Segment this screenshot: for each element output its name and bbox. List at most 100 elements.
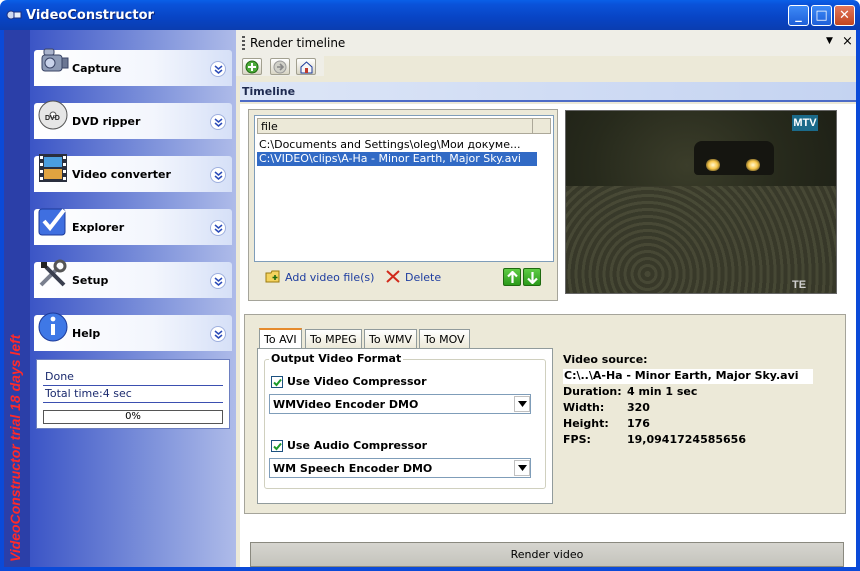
output-video-format-legend: Output Video Format: [269, 352, 404, 365]
chevron-down-icon[interactable]: [210, 167, 226, 183]
duration-label: Duration:: [563, 385, 622, 398]
output-settings-group: To AVI To MPEG To WMV To MOV Output Vide…: [244, 314, 846, 514]
fps-value: 19,0941724585656: [627, 433, 746, 446]
app-icon: [6, 10, 22, 20]
use-video-compressor-checkbox[interactable]: [271, 376, 283, 388]
delete-label: Delete: [405, 271, 442, 284]
minimize-button[interactable]: _: [788, 5, 809, 26]
nav-label-setup: Setup: [72, 274, 109, 287]
output-video-format-group: Output Video Format Use Video Compressor…: [264, 352, 546, 489]
timeline-section-title: Timeline: [242, 85, 296, 98]
move-down-button[interactable]: [523, 268, 541, 286]
height-value: 176: [627, 417, 650, 430]
file-column-header[interactable]: file: [257, 118, 533, 134]
home-icon: [300, 61, 313, 74]
height-label: Height:: [563, 417, 609, 430]
chevron-down-icon[interactable]: [210, 326, 226, 342]
check-icon: [273, 442, 282, 451]
main-panel: Render timeline ▼ × Timeline file C:\Doc…: [236, 30, 856, 567]
progress-bar: 0%: [43, 410, 223, 424]
panel-header: Render timeline ▼ ×: [236, 30, 856, 56]
tab-to-avi[interactable]: To AVI: [259, 328, 302, 349]
tools-icon: [39, 259, 67, 287]
nav-item-help[interactable]: Help: [34, 312, 232, 351]
arrow-down-icon: [527, 272, 538, 284]
delete-x-icon: [386, 270, 400, 283]
checkmark-icon: [38, 208, 66, 236]
arrow-up-icon: [507, 271, 518, 283]
file-list-item-selected[interactable]: C:\VIDEO\clips\A-Ha - Minor Earth, Major…: [257, 152, 537, 166]
panel-close-button[interactable]: ×: [842, 34, 853, 49]
window-title: VideoConstructor: [26, 8, 154, 23]
chevron-down-icon[interactable]: [210, 220, 226, 236]
maximize-button[interactable]: □: [811, 5, 832, 26]
add-toolbar-button[interactable]: [242, 58, 262, 75]
svg-text:DVD: DVD: [45, 115, 60, 122]
video-codec-value: WMVideo Encoder DMO: [273, 398, 419, 411]
timeline-section-bar: Timeline: [240, 82, 856, 102]
forward-toolbar-button[interactable]: [270, 58, 290, 75]
status-divider: [43, 402, 223, 403]
preview-ground: [566, 186, 836, 293]
move-up-button[interactable]: [503, 268, 521, 286]
nav-label-capture: Capture: [72, 62, 122, 75]
width-value: 320: [627, 401, 650, 414]
check-icon: [273, 378, 282, 387]
nav-label-help: Help: [72, 327, 101, 340]
video-codec-select[interactable]: WMVideo Encoder DMO: [269, 394, 531, 414]
use-video-compressor-label: Use Video Compressor: [287, 375, 427, 388]
nav-panel: Capture DVD DVD ripper Video converter E…: [30, 30, 236, 567]
toolbar: [236, 56, 324, 76]
render-video-button[interactable]: Render video: [250, 542, 844, 567]
dvd-icon: DVD: [38, 100, 68, 130]
status-divider: [43, 385, 223, 386]
tab-to-mpeg[interactable]: To MPEG: [305, 329, 362, 348]
audio-codec-value: WM Speech Encoder DMO: [273, 462, 433, 475]
status-done: Done: [45, 370, 74, 383]
nav-label-explorer: Explorer: [72, 221, 125, 234]
use-audio-compressor-checkbox[interactable]: [271, 440, 283, 452]
chevron-down-icon[interactable]: [210, 273, 226, 289]
use-audio-compressor-label: Use Audio Compressor: [287, 439, 428, 452]
status-total-time: Total time:4 sec: [45, 387, 132, 400]
preview-headlight: [706, 159, 720, 171]
arrow-right-icon: [273, 60, 287, 74]
trial-strip: VideoConstructor trial 18 days left: [4, 30, 30, 567]
fps-label: FPS:: [563, 433, 591, 446]
chevron-down-icon[interactable]: [210, 61, 226, 77]
file-list-item[interactable]: C:\Documents and Settings\oleg\Мои докум…: [257, 138, 549, 152]
nav-item-capture[interactable]: Capture: [34, 48, 232, 86]
video-source-title: Video source:: [563, 353, 648, 366]
audio-codec-select[interactable]: WM Speech Encoder DMO: [269, 458, 531, 478]
preview-car: [694, 141, 774, 175]
window-frame-bottom: [0, 567, 860, 571]
preview-corner-mark: TE: [792, 279, 807, 291]
chevron-down-icon[interactable]: [514, 396, 530, 412]
file-list[interactable]: file C:\Documents and Settings\oleg\Мои …: [254, 115, 554, 262]
window-frame-right: [856, 30, 860, 571]
chevron-down-icon[interactable]: [514, 460, 530, 476]
file-column-label: file: [261, 120, 278, 133]
mtv-logo: MTV: [792, 115, 818, 131]
grip-handle[interactable]: [242, 36, 245, 50]
nav-item-setup[interactable]: Setup: [34, 259, 232, 298]
info-icon: [38, 312, 68, 342]
status-box: Done Total time:4 sec 0%: [36, 359, 230, 429]
panel-dropdown-button[interactable]: ▼: [826, 36, 833, 46]
home-toolbar-button[interactable]: [296, 58, 316, 75]
timeline-content: file C:\Documents and Settings\oleg\Мои …: [240, 104, 856, 567]
tab-to-wmv[interactable]: To WMV: [364, 329, 417, 348]
progress-text: 0%: [125, 411, 141, 422]
video-preview: MTV TE: [565, 110, 837, 294]
tab-to-mov[interactable]: To MOV: [419, 329, 470, 348]
close-button[interactable]: ✕: [834, 5, 855, 26]
nav-item-explorer[interactable]: Explorer: [34, 208, 232, 245]
plus-circle-icon: [245, 60, 259, 74]
timeline-group: file C:\Documents and Settings\oleg\Мои …: [248, 109, 558, 301]
nav-label-dvd-ripper: DVD ripper: [72, 115, 141, 128]
nav-item-dvd-ripper[interactable]: DVD DVD ripper: [34, 100, 232, 139]
chevron-down-icon[interactable]: [210, 114, 226, 130]
nav-label-video-converter: Video converter: [72, 168, 171, 181]
title-bar: VideoConstructor _ □ ✕: [0, 0, 860, 30]
nav-item-video-converter[interactable]: Video converter: [34, 154, 232, 192]
